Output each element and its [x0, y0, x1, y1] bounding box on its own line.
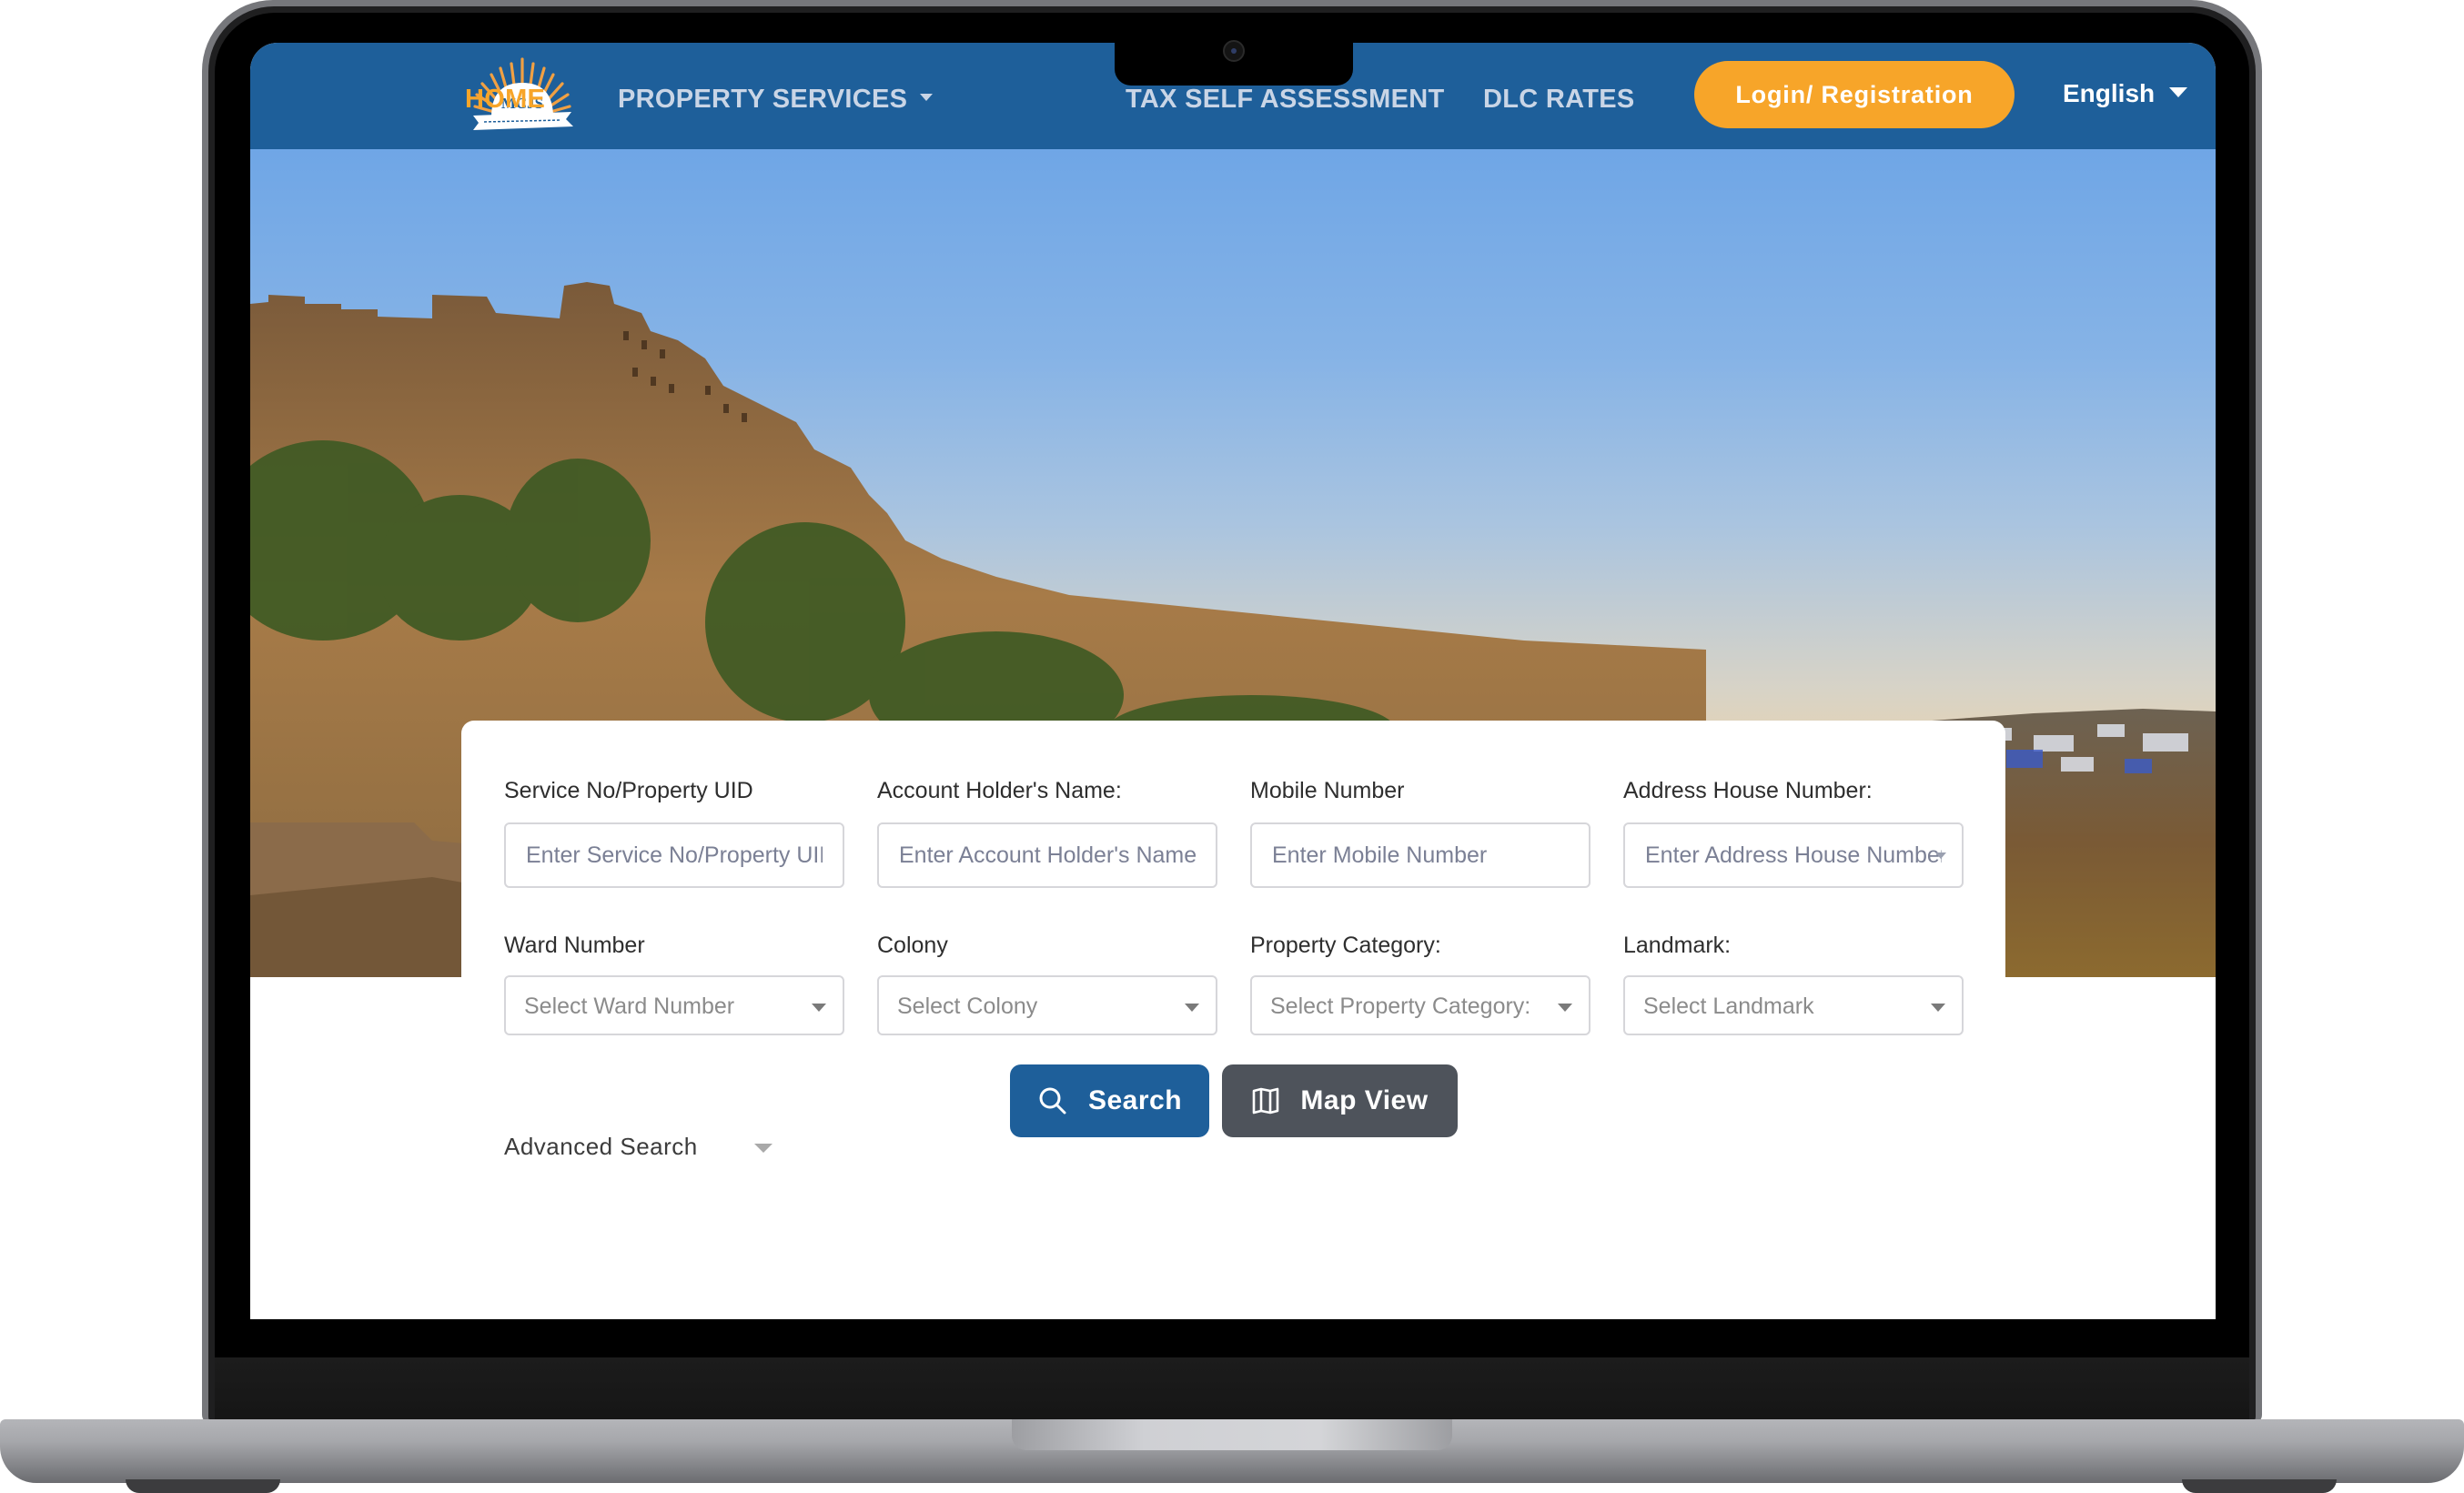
address-house-number-input[interactable] — [1623, 822, 1964, 888]
mobile-number-input[interactable] — [1250, 822, 1590, 888]
advanced-search-label: Advanced Search — [504, 1133, 698, 1160]
label-landmark: Landmark: — [1623, 933, 1732, 958]
service-no-input[interactable] — [504, 822, 844, 888]
nav-dlc-rates[interactable]: DLC RATES — [1483, 85, 1635, 115]
chevron-down-icon — [1185, 1004, 1199, 1012]
label-property-category: Property Category: — [1250, 933, 1441, 958]
colony-value: Select Colony — [897, 994, 1038, 1019]
account-holder-input[interactable] — [877, 822, 1217, 888]
login-registration-button[interactable]: Login/ Registration — [1694, 61, 2015, 128]
label-ward-number: Ward Number — [504, 933, 645, 958]
landmark-value: Select Landmark — [1643, 994, 1814, 1019]
language-selector[interactable]: English — [2063, 79, 2188, 108]
laptop-foot-left — [126, 1479, 280, 1493]
nav-property-services-label: PROPERTY SERVICES — [618, 85, 908, 114]
chevron-down-icon — [754, 1144, 773, 1153]
laptop-chin — [215, 1357, 2249, 1424]
ward-number-value: Select Ward Number — [524, 994, 735, 1019]
screen: MCJS HOME PROPERTY SERVICES TAX SELF ASS… — [250, 43, 2216, 1319]
label-service-no: Service No/Property UID — [504, 778, 753, 803]
nav-home[interactable]: HOME — [465, 85, 545, 115]
laptop-foot-right — [2182, 1479, 2337, 1493]
chevron-down-icon — [920, 94, 934, 102]
nav-property-services[interactable]: PROPERTY SERVICES — [618, 85, 934, 115]
map-icon — [1253, 1087, 1279, 1115]
label-mobile-number: Mobile Number — [1250, 778, 1405, 803]
chevron-down-icon — [812, 1004, 826, 1012]
map-view-button-label: Map View — [1300, 1085, 1429, 1115]
webcam-icon — [1223, 40, 1245, 62]
label-address-house-number: Address House Number: — [1623, 778, 1873, 803]
search-button[interactable]: Search — [1010, 1064, 1209, 1137]
label-colony: Colony — [877, 933, 948, 958]
chevron-down-icon — [1558, 1004, 1572, 1012]
search-button-label: Search — [1087, 1085, 1183, 1115]
property-category-select[interactable]: Select Property Category: — [1250, 975, 1590, 1035]
property-category-value: Select Property Category: — [1270, 994, 1531, 1019]
laptop-hinge-notch — [1012, 1419, 1452, 1450]
nav-tax-self-assessment[interactable]: TAX SELF ASSESSMENT — [1126, 85, 1445, 115]
colony-select[interactable]: Select Colony — [877, 975, 1217, 1035]
map-view-button[interactable]: Map View — [1222, 1064, 1458, 1137]
autocomplete-caret-icon — [1935, 852, 1946, 859]
label-account-holder: Account Holder's Name: — [877, 778, 1122, 803]
chevron-down-icon — [2169, 87, 2188, 98]
chevron-down-icon — [1931, 1004, 1945, 1012]
search-icon — [1039, 1087, 1066, 1115]
advanced-search-toggle[interactable]: Advanced Search — [504, 1133, 773, 1161]
ward-number-select[interactable]: Select Ward Number — [504, 975, 844, 1035]
language-label: English — [2063, 79, 2156, 107]
landmark-select[interactable]: Select Landmark — [1623, 975, 1964, 1035]
